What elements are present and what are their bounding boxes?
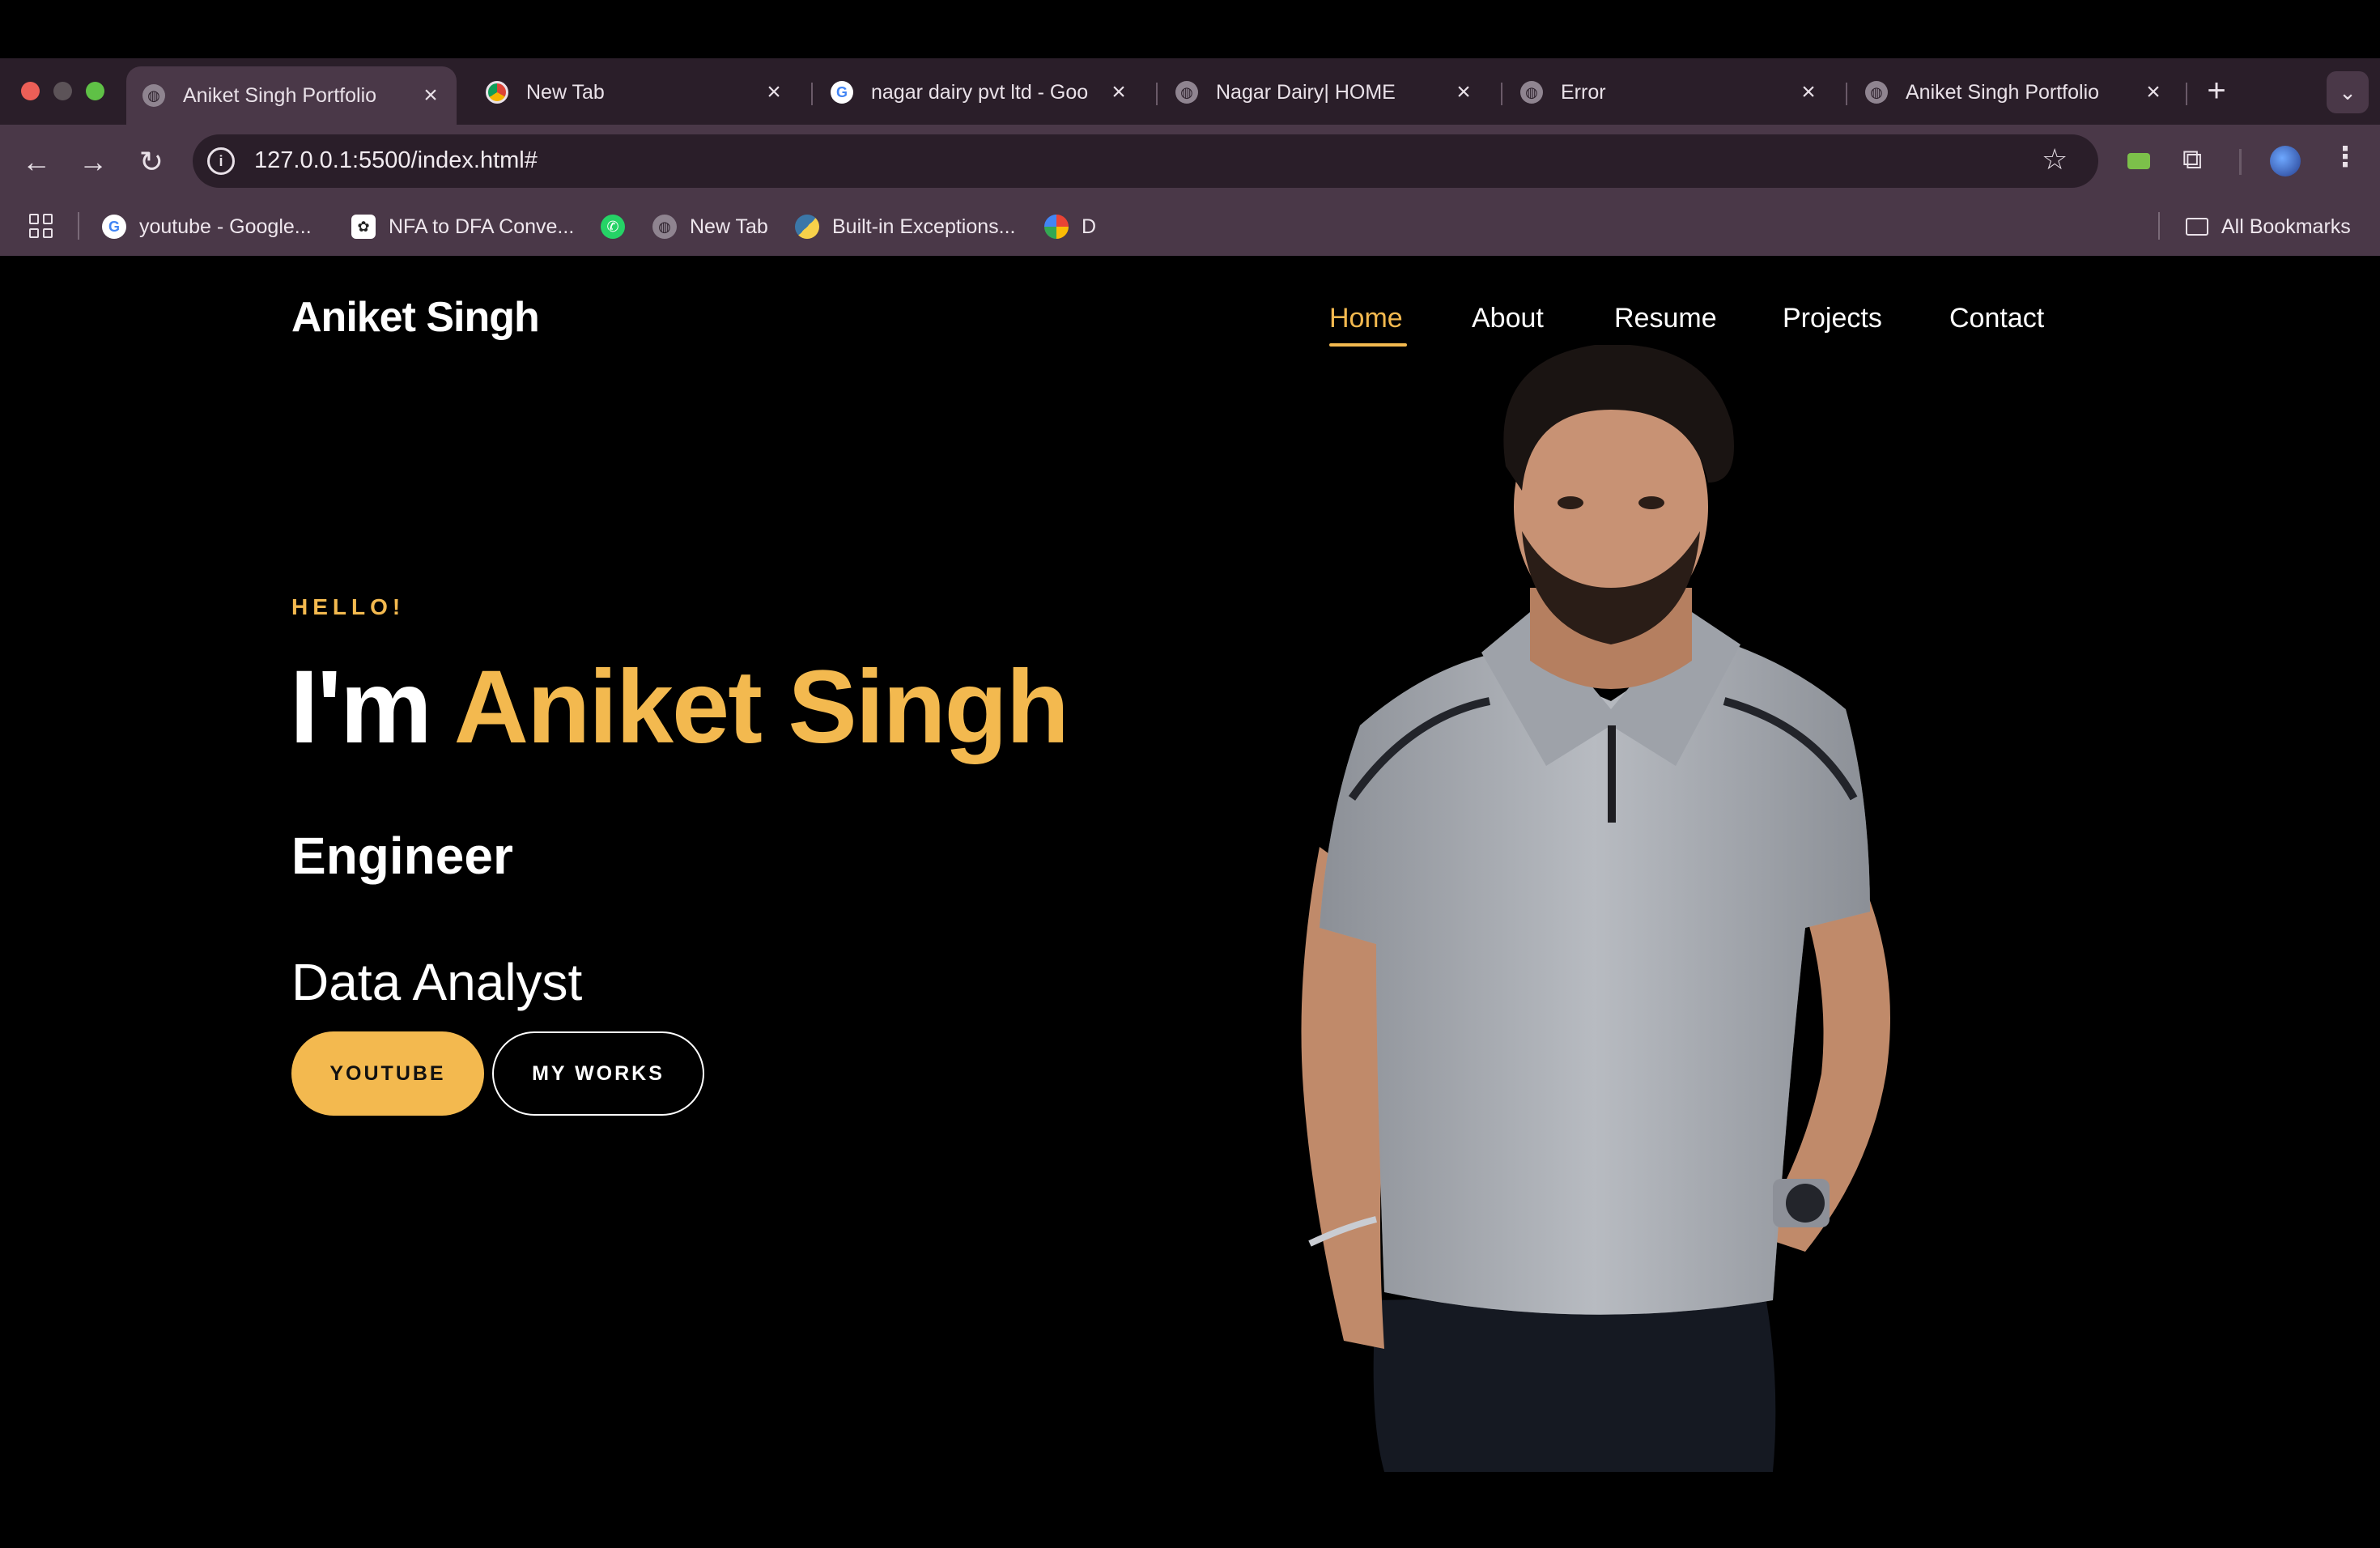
globe-icon: ◍ [142,84,165,107]
tab-title: Aniket Singh Portfolio [1906,80,2100,104]
toolbar-divider [2239,149,2242,175]
close-window-button[interactable] [21,82,40,100]
tab-divider [1846,83,1847,105]
openai-icon: ✿ [351,215,376,239]
back-arrow-icon[interactable]: ← [18,143,55,181]
folder-icon [2186,218,2208,236]
site-info-icon[interactable]: i [207,147,235,175]
bookmark-label: NFA to DFA Conve... [389,215,575,238]
close-icon[interactable]: × [1792,79,1825,106]
tab-error[interactable]: ◍ Error × [1504,68,1834,117]
bookmark-star-icon[interactable]: ☆ [2042,142,2068,176]
google-icon: G [831,81,853,104]
tab-nagar-dairy-home[interactable]: ◍ Nagar Dairy| HOME × [1159,68,1490,117]
google-icon: G [102,215,126,239]
bookmark-new-tab[interactable]: ◍ New Tab [652,212,768,241]
tab-title: Aniket Singh Portfolio [183,83,377,107]
tab-divider [2186,83,2187,105]
tab-title: Nagar Dairy| HOME [1216,80,1396,104]
site-logo[interactable]: Aniket Singh [291,293,540,342]
youtube-button[interactable]: YOUTUBE [291,1031,484,1116]
url-text[interactable]: 127.0.0.1:5500/index.html# [254,147,538,174]
hero-eyebrow: HELLO! [291,594,406,619]
hero-headline: I'm Aniket Singh [290,656,1069,759]
bookmarks-divider [2158,212,2160,240]
hero-headline-prefix: I'm [290,649,454,765]
profile-avatar[interactable] [2270,146,2301,176]
bookmark-whatsapp[interactable]: ✆ [601,212,638,241]
tab-title: nagar dairy pvt ltd - Goo [871,80,1089,104]
new-tab-button[interactable]: + [2199,73,2234,108]
bookmark-label: youtube - Google... [139,215,312,238]
python-icon [795,215,819,239]
tab-search-button[interactable]: ⌄ [2327,71,2369,113]
camera-extension-icon[interactable] [2127,153,2150,169]
bookmark-youtube-google[interactable]: G youtube - Google... [102,212,312,241]
screen-top-bar [0,0,2380,58]
tab-new-tab[interactable]: New Tab × [470,68,800,117]
tab-divider [1156,83,1158,105]
close-icon[interactable]: × [1103,79,1135,106]
bookmark-label: Built-in Exceptions... [832,215,1016,238]
nav-home[interactable]: Home [1329,303,1403,334]
globe-icon: ◍ [652,215,677,239]
apps-grid-icon[interactable] [29,214,53,238]
whatsapp-icon: ✆ [601,215,625,239]
pinwheel-icon [1044,215,1069,239]
close-icon[interactable]: × [414,82,447,109]
profile-photo [1301,345,1890,1472]
tab-aniket-portfolio-2[interactable]: ◍ Aniket Singh Portfolio × [1849,68,2179,117]
tab-title: New Tab [526,80,605,104]
close-icon[interactable]: × [1447,79,1480,106]
hero-headline-name: Aniket Singh [453,649,1069,765]
hero-role-secondary: Data Analyst [291,953,583,1011]
bookmark-label: New Tab [690,215,768,238]
globe-icon: ◍ [1865,81,1888,104]
tab-aniket-portfolio[interactable]: ◍ Aniket Singh Portfolio × [126,66,457,125]
nav-projects[interactable]: Projects [1783,303,1882,334]
hero-role-primary: Engineer [291,827,513,885]
tab-divider [1501,83,1502,105]
close-icon[interactable]: × [2137,79,2170,106]
close-icon[interactable]: × [758,79,790,106]
bookmarks-divider [78,212,79,240]
globe-icon: ◍ [1175,81,1198,104]
bookmark-python-exceptions[interactable]: Built-in Exceptions... [795,212,1016,241]
maximize-window-button[interactable] [86,82,104,100]
nav-resume[interactable]: Resume [1614,303,1717,334]
tab-title: Error [1561,80,1606,104]
my-works-button[interactable]: MY WORKS [492,1031,704,1116]
tab-divider [811,83,813,105]
all-bookmarks-label: All Bookmarks [2221,215,2351,238]
bookmark-d[interactable]: D [1044,212,1096,241]
bookmark-label: D [1082,215,1097,238]
bookmark-nfa-to-dfa[interactable]: ✿ NFA to DFA Conve... [351,212,574,241]
globe-icon: ◍ [1520,81,1543,104]
tab-nagar-dairy-search[interactable]: G nagar dairy pvt ltd - Goo × [814,68,1145,117]
forward-arrow-icon[interactable]: → [74,143,112,181]
extensions-puzzle-icon[interactable]: ⧉ [2182,144,2202,176]
chrome-icon [486,81,508,104]
nav-contact[interactable]: Contact [1949,303,2044,334]
more-menu-icon[interactable]: ⋮ [2331,141,2359,173]
nav-about[interactable]: About [1472,303,1544,334]
all-bookmarks-button[interactable]: All Bookmarks [2186,212,2351,241]
minimize-window-button[interactable] [53,82,72,100]
reload-icon[interactable]: ↻ [133,143,170,181]
